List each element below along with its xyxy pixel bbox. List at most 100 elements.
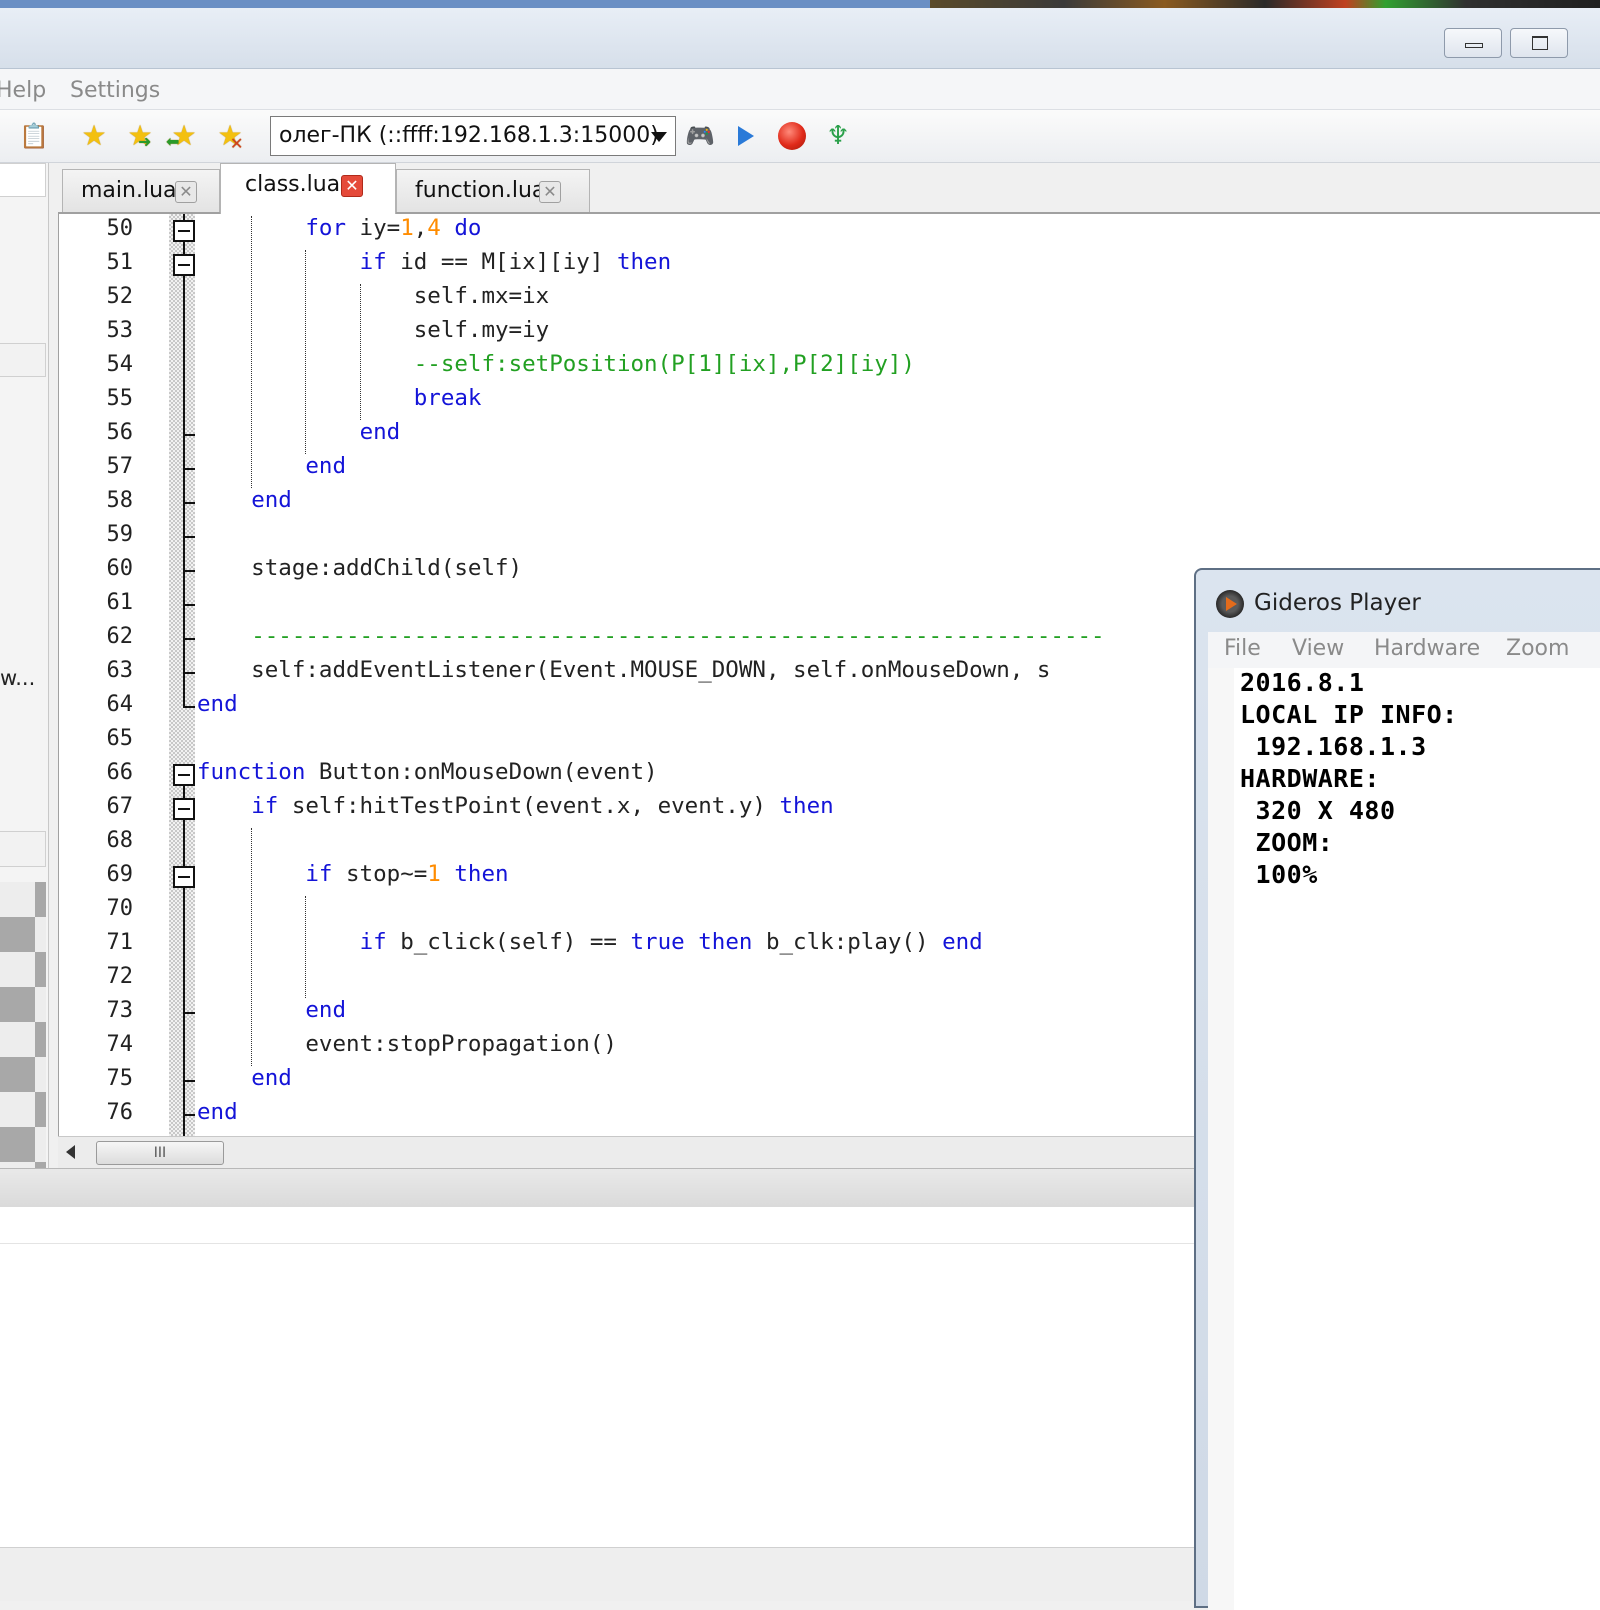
menu-settings[interactable]: Settings	[70, 78, 160, 103]
device-select-value: олег-ПК (::ffff:192.168.1.3:15000)	[279, 123, 659, 148]
fold-guide	[183, 214, 185, 706]
maximize-button[interactable]	[1510, 28, 1568, 58]
player-menu-zoom[interactable]: Zoom	[1506, 636, 1569, 661]
fold-toggle-icon[interactable]	[173, 798, 195, 820]
output-panel[interactable]	[0, 1207, 1200, 1547]
fold-tick	[183, 1012, 195, 1014]
code-line[interactable]: end	[197, 691, 238, 717]
left-panel: w...	[0, 163, 49, 1173]
tab-class-lua[interactable]: class.lua ✕	[220, 163, 396, 214]
line-number: 74	[106, 1032, 134, 1057]
stop-button[interactable]	[776, 120, 808, 152]
taskbar-thumbnails	[930, 0, 1600, 8]
fold-tick	[183, 502, 195, 504]
code-line[interactable]: end	[197, 1065, 292, 1091]
minimize-button[interactable]	[1444, 28, 1502, 58]
line-number: 54	[106, 352, 134, 377]
file-tabs: main.lua ✕ class.lua ✕ function.lua ✕	[58, 163, 1600, 214]
code-line[interactable]: for iy=1,4 do	[197, 215, 481, 241]
code-line[interactable]: if stop~=1 then	[197, 861, 508, 887]
play-button[interactable]	[730, 120, 762, 152]
fold-toggle-icon[interactable]	[173, 220, 195, 242]
left-panel-header	[0, 163, 46, 197]
code-line[interactable]: event:stopPropagation()	[197, 1031, 617, 1057]
gamepad-icon[interactable]: 🎮	[684, 120, 716, 152]
player-zoom-value: 100%	[1240, 860, 1318, 889]
line-number: 53	[106, 318, 134, 343]
export-icon[interactable]: ♆	[822, 120, 854, 152]
code-line[interactable]: end	[197, 997, 346, 1023]
fold-tick	[183, 1080, 195, 1082]
fold-tick	[183, 468, 195, 470]
line-number: 68	[106, 828, 134, 853]
line-number: 76	[106, 1100, 134, 1125]
fold-tick	[183, 604, 195, 606]
output-panel-header	[0, 1168, 1200, 1208]
player-menu-file[interactable]: File	[1224, 636, 1261, 661]
player-version: 2016.8.1	[1240, 668, 1365, 697]
line-number: 55	[106, 386, 134, 411]
fold-toggle-icon[interactable]	[173, 254, 195, 276]
code-line[interactable]: end	[197, 419, 401, 445]
output-divider	[0, 1243, 1200, 1244]
line-number: 58	[106, 488, 134, 513]
device-select[interactable]: олег-ПК (::ffff:192.168.1.3:15000)	[270, 116, 676, 156]
tab-label: class.lua	[245, 172, 341, 197]
player-title: Gideros Player	[1254, 590, 1421, 616]
star-clear-icon[interactable]: ★ ✕	[214, 120, 246, 154]
fold-end	[183, 1114, 195, 1116]
player-canvas: 2016.8.1 LOCAL IP INFO: 192.168.1.3 HARD…	[1234, 668, 1600, 1610]
tab-label: function.lua	[415, 178, 546, 203]
horizontal-scrollbar[interactable]: III	[58, 1136, 1198, 1169]
line-number: 66	[106, 760, 134, 785]
tab-main-lua[interactable]: main.lua ✕	[62, 169, 220, 213]
fold-toggle-icon[interactable]	[173, 764, 195, 786]
code-line[interactable]: if self:hitTestPoint(event.x, event.y) t…	[197, 793, 834, 819]
line-number: 75	[106, 1066, 134, 1091]
code-line[interactable]: end	[197, 453, 346, 479]
code-line[interactable]: ----------------------------------------…	[197, 623, 1104, 649]
code-line[interactable]: self.my=iy	[197, 317, 549, 343]
taskbar-strip	[0, 0, 1600, 8]
close-icon[interactable]: ✕	[175, 181, 197, 203]
line-number: 57	[106, 454, 134, 479]
player-screen[interactable]: 2016.8.1 LOCAL IP INFO: 192.168.1.3 HARD…	[1208, 668, 1600, 1610]
code-line[interactable]: if b_click(self) == true then b_clk:play…	[197, 929, 983, 955]
line-number: 65	[106, 726, 134, 751]
player-menu-hardware[interactable]: Hardware	[1374, 636, 1480, 661]
gideros-player-icon	[1216, 590, 1244, 618]
code-line[interactable]: break	[197, 385, 482, 411]
code-line[interactable]: end	[197, 487, 292, 513]
status-bar	[0, 1547, 1200, 1601]
line-number: 72	[106, 964, 134, 989]
tab-function-lua[interactable]: function.lua ✕	[396, 169, 590, 213]
line-number: 52	[106, 284, 134, 309]
indent-guide	[305, 250, 307, 454]
paste-icon[interactable]: 📋	[18, 120, 50, 152]
scroll-left-icon[interactable]	[66, 1145, 75, 1159]
code-line[interactable]: stage:addChild(self)	[197, 555, 522, 581]
toolbar: 📋 ★ ★ ➜ ★ ⬅ ★ ✕ олег-ПК (::ffff:192.168.1.3…	[0, 110, 1600, 163]
menu-bar: Help Settings	[0, 69, 1600, 110]
code-line[interactable]: end	[197, 1099, 238, 1125]
close-icon[interactable]: ✕	[539, 181, 561, 203]
left-panel-truncated-label[interactable]: w...	[0, 666, 35, 690]
code-line[interactable]: function Button:onMouseDown(event)	[197, 759, 658, 785]
line-number: 59	[106, 522, 134, 547]
close-icon[interactable]: ✕	[341, 175, 363, 197]
star-next-icon[interactable]: ★ ➜	[124, 120, 156, 152]
fold-toggle-icon[interactable]	[173, 866, 195, 888]
scroll-thumb[interactable]: III	[96, 1141, 224, 1165]
minimize-icon	[1465, 43, 1483, 48]
line-number: 71	[106, 930, 134, 955]
code-line[interactable]: self.mx=ix	[197, 283, 549, 309]
menu-help[interactable]: Help	[0, 78, 46, 103]
code-line[interactable]: self:addEventListener(Event.MOUSE_DOWN, …	[197, 657, 1050, 683]
star-icon[interactable]: ★	[78, 120, 110, 152]
chevron-down-icon	[651, 132, 667, 142]
star-prev-icon[interactable]: ★ ⬅	[166, 120, 200, 152]
tab-label: main.lua	[81, 178, 177, 203]
code-line[interactable]: if id == M[ix][iy] then	[197, 249, 672, 275]
gideros-player-window[interactable]: Gideros Player File View Hardware Zoom 2…	[1194, 568, 1600, 1610]
player-menu-view[interactable]: View	[1292, 636, 1344, 661]
